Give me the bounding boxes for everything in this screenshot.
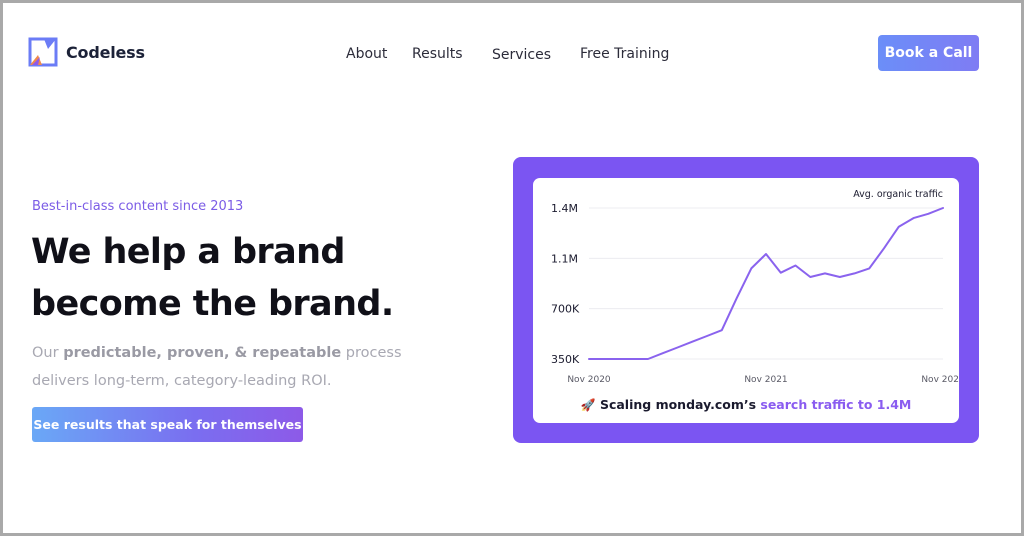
nav-free-training[interactable]: Free Training — [580, 46, 669, 62]
see-results-button[interactable]: See results that speak for themselves — [32, 407, 303, 442]
x-tick-label: Nov 2020 — [567, 375, 611, 385]
hero-eyebrow: Best-in-class content since 2013 — [32, 199, 244, 214]
y-tick-label: 700K — [551, 303, 580, 316]
series-line — [588, 207, 944, 360]
x-tick-label: Nov 2021 — [744, 375, 787, 385]
hero-subtext-part1: Our — [32, 345, 64, 361]
y-tick-label: 1.1M — [551, 252, 578, 265]
y-tick-label: 1.4M — [551, 202, 578, 215]
caption-highlight: search traffic to 1.4M — [760, 397, 912, 412]
chart-title: Avg. organic traffic — [853, 189, 943, 200]
caption-text: Scaling monday.com’s — [599, 397, 761, 412]
rocket-icon: 🚀 — [580, 398, 596, 412]
hero-subtext-bold: predictable, proven, & repeatable — [63, 345, 342, 361]
hero-subtext: Our predictable, proven, & repeatable pr… — [32, 339, 412, 395]
x-tick-label: Nov 2022 — [921, 375, 959, 385]
nav-services[interactable]: Services — [492, 47, 551, 63]
nav-about[interactable]: About — [346, 46, 387, 62]
traffic-chart: Avg. organic traffic 1.4M 1.1M 700K 350K Nov … — [551, 189, 959, 385]
chart-caption: 🚀 Scaling monday.com’s search traffic to… — [533, 397, 959, 412]
main-nav: About Results Services Free Training — [0, 46, 1024, 66]
nav-results[interactable]: Results — [412, 46, 463, 62]
y-tick-label: 350K — [551, 353, 580, 366]
hero-headline: We help a brand become the brand. — [31, 232, 394, 324]
book-a-call-button[interactable]: Book a Call — [878, 35, 979, 71]
